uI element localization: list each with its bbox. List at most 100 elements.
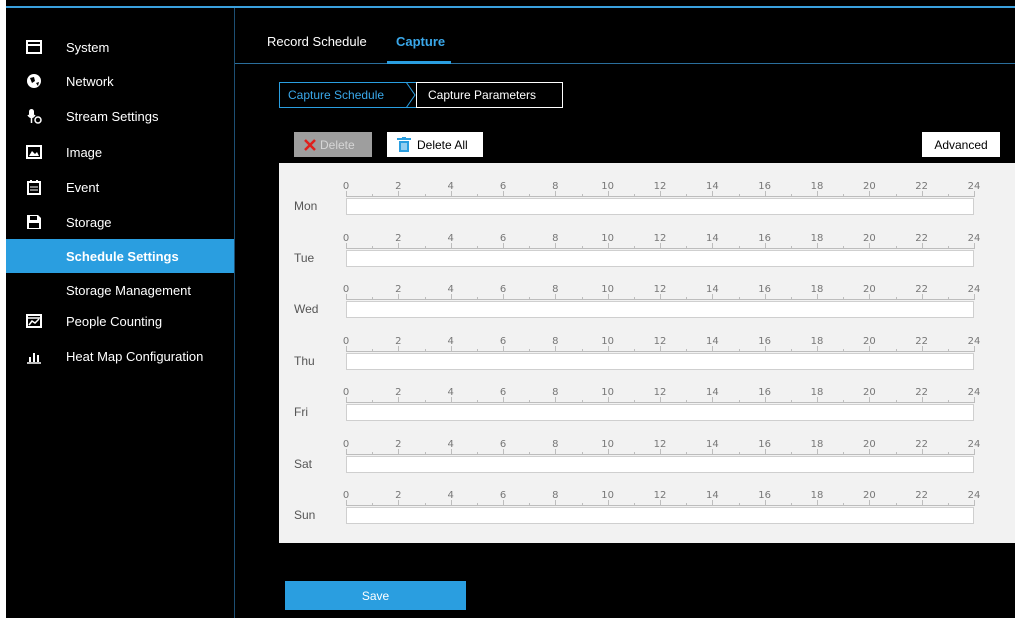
sidebar-item-image[interactable]: Image: [6, 135, 234, 169]
ruler-tick: [895, 194, 897, 197]
schedule-bar[interactable]: [346, 404, 974, 421]
schedule-bar[interactable]: [346, 301, 974, 318]
globe-icon: [27, 74, 41, 88]
ruler-tick: [424, 246, 426, 249]
ruler-tick: [660, 449, 661, 455]
ruler-tick: [607, 294, 609, 300]
sidebar-item-storage[interactable]: Storage: [6, 205, 234, 239]
ruler-tick: [633, 349, 635, 352]
ruler-tick: [921, 191, 923, 197]
ruler-tick: [346, 243, 347, 249]
tab-record-schedule[interactable]: Record Schedule: [267, 34, 367, 49]
day-label: Fri: [294, 405, 308, 419]
ruler-tick: [633, 400, 635, 403]
ruler-tick: [738, 194, 740, 197]
ruler-tick: [895, 503, 897, 506]
ruler-tick: [503, 500, 504, 506]
ruler-tick: [712, 449, 714, 455]
tab-active-indicator: [387, 61, 451, 64]
schedule-row: Fri 0 2 4 6 8 10 12 14 16 18 20 22 24: [279, 379, 1015, 427]
ruler-tick: [424, 452, 426, 455]
delete-button[interactable]: Delete: [294, 132, 372, 157]
day-label: Sat: [294, 457, 313, 471]
save-button[interactable]: Save: [285, 581, 466, 610]
ruler-tick: [450, 449, 452, 455]
schedule-bar[interactable]: [346, 198, 974, 215]
ruler-tick: [372, 400, 374, 403]
sidebar-item-schedule-settings[interactable]: Schedule Settings: [6, 239, 234, 273]
image-icon: [26, 145, 42, 159]
ruler-tick: [817, 243, 818, 249]
ruler-tick: [921, 346, 923, 352]
ruler-tick: [398, 294, 400, 300]
ruler-tick: [398, 397, 400, 403]
ruler-tick: [843, 452, 845, 455]
ruler-tick: [843, 400, 845, 403]
advanced-button[interactable]: Advanced: [922, 132, 1000, 157]
ruler-tick: [738, 297, 740, 300]
ruler-tick: [738, 503, 740, 506]
tab-capture[interactable]: Capture: [396, 34, 445, 49]
sidebar-item-heat-map[interactable]: Heat Map Configuration: [6, 339, 234, 373]
ruler-tick: [895, 349, 897, 352]
day-label: Sun: [294, 508, 316, 522]
ruler-tick: [450, 294, 452, 300]
ruler-tick: [346, 346, 347, 352]
sidebar-item-event[interactable]: Event: [6, 170, 234, 204]
ruler-tick: [843, 194, 845, 197]
ruler-tick: [346, 397, 347, 403]
ruler-tick: [476, 503, 478, 506]
ruler-tick: [503, 449, 504, 455]
sidebar-item-label: Event: [66, 180, 100, 195]
ruler-tick: [581, 400, 583, 403]
ruler-tick: [607, 449, 609, 455]
sidebar-item-stream-settings[interactable]: Stream Settings: [6, 99, 234, 133]
ruler-tick: [581, 246, 583, 249]
schedule-bar[interactable]: [346, 353, 974, 370]
schedule-row: Sat 0 2 4 6 8 10 12 14 16 18 20 22 24: [279, 431, 1015, 479]
main-content: Record Schedule Capture Capture Schedule…: [235, 8, 1015, 618]
ruler-tick: [346, 500, 347, 506]
sidebar-item-system[interactable]: System: [6, 30, 234, 64]
ruler-tick: [660, 243, 661, 249]
ruler-tick: [503, 397, 504, 403]
subtab-capture-schedule[interactable]: Capture Schedule: [288, 88, 384, 102]
camera-settings-icon: [27, 109, 42, 124]
ruler-tick: [869, 243, 871, 249]
ruler-tick: [817, 294, 818, 300]
ruler-tick: [529, 297, 531, 300]
sidebar-item-storage-management[interactable]: Storage Management: [6, 273, 234, 307]
ruler-tick: [607, 500, 609, 506]
sidebar-item-label: Storage Management: [66, 283, 192, 298]
ruler-tick: [660, 191, 661, 197]
day-label: Wed: [294, 302, 319, 316]
ruler-tick: [974, 191, 975, 197]
sidebar-item-people-counting[interactable]: People Counting: [6, 304, 234, 338]
ruler-tick: [529, 246, 531, 249]
ruler-tick: [450, 243, 452, 249]
ruler-tick: [424, 194, 426, 197]
ruler-tick: [607, 191, 609, 197]
sidebar-item-network[interactable]: Network: [6, 64, 234, 98]
subtab-capture-parameters[interactable]: Capture Parameters: [428, 88, 536, 102]
ruler-tick: [947, 246, 949, 249]
ruler-tick: [372, 349, 374, 352]
ruler-tick: [712, 243, 714, 249]
ruler-tick: [529, 400, 531, 403]
ruler-tick: [843, 297, 845, 300]
schedule-bar[interactable]: [346, 507, 974, 524]
schedule-bar[interactable]: [346, 456, 974, 473]
sidebar-item-label: Storage: [66, 215, 112, 230]
delete-all-button[interactable]: Delete All: [387, 132, 483, 157]
ruler-tick: [503, 294, 504, 300]
ruler-tick: [503, 191, 504, 197]
ruler-tick: [895, 297, 897, 300]
ruler-tick: [476, 246, 478, 249]
ruler-tick: [555, 294, 557, 300]
ruler-tick: [581, 297, 583, 300]
schedule-bar[interactable]: [346, 250, 974, 267]
close-icon: [304, 138, 316, 151]
ruler-tick: [974, 449, 975, 455]
ruler-tick: [346, 294, 347, 300]
ruler-tick: [921, 449, 923, 455]
